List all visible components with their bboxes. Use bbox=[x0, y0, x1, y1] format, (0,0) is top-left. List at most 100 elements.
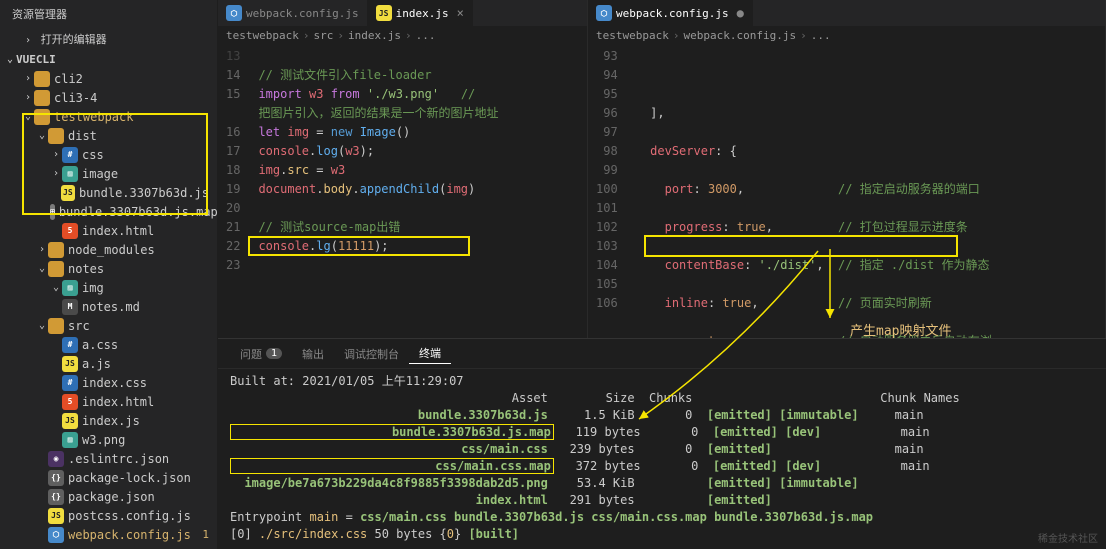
tree-item-label: package-lock.json bbox=[68, 471, 191, 485]
tree-item[interactable]: ⌄ src bbox=[0, 316, 217, 335]
tree-item[interactable]: {}package.json bbox=[0, 487, 217, 506]
tree-item-label: notes.md bbox=[82, 300, 140, 314]
folder-icon bbox=[34, 90, 50, 106]
badge: 1 bbox=[266, 348, 282, 359]
tab[interactable]: ⬡webpack.config.js bbox=[218, 0, 368, 26]
img-icon: ▨ bbox=[62, 166, 78, 182]
tree-item-label: a.js bbox=[82, 357, 111, 371]
open-editors-title[interactable]: › 打开的编辑器 bbox=[0, 28, 217, 50]
tree-item[interactable]: JS index.js bbox=[0, 411, 217, 430]
tree-item[interactable]: JSa.js bbox=[0, 354, 217, 373]
tree-item-label: bundle.3307b63d.js bbox=[79, 186, 209, 200]
js-icon: JS bbox=[48, 508, 64, 524]
tree-item[interactable]: › cli3-4 bbox=[0, 88, 217, 107]
js-icon: JS bbox=[62, 413, 78, 429]
img-icon: ▨ bbox=[62, 280, 78, 296]
css-icon: # bbox=[62, 375, 78, 391]
tree-item[interactable]: ›cli2 bbox=[0, 69, 217, 88]
tree-item[interactable]: ⌄ testwebpack bbox=[0, 107, 217, 126]
folder-icon bbox=[48, 242, 64, 258]
wp-icon: ⬡ bbox=[48, 527, 64, 543]
tree-item[interactable]: JS postcss.config.js bbox=[0, 506, 217, 525]
close-icon[interactable]: × bbox=[457, 6, 464, 20]
js-icon: JS bbox=[376, 5, 392, 21]
tree-item[interactable]: #a.css bbox=[0, 335, 217, 354]
tree-item[interactable]: #index.css bbox=[0, 373, 217, 392]
tab-label: webpack.config.js bbox=[616, 7, 729, 20]
tree-item[interactable]: ⬡webpack.config.js1 bbox=[0, 525, 217, 544]
tree-item-label: postcss.config.js bbox=[68, 509, 191, 523]
tree-item-label: testwebpack bbox=[54, 110, 133, 124]
file-tree: ›cli2›cli3-4⌄testwebpack⌄dist›#css›▨imag… bbox=[0, 69, 217, 549]
tree-item[interactable]: 5index.html bbox=[0, 392, 217, 411]
folder-icon bbox=[34, 71, 50, 87]
html-icon: 5 bbox=[62, 223, 78, 239]
wp-icon: ⬡ bbox=[226, 5, 242, 21]
panel-tabs: 问题1输出调试控制台终端 bbox=[218, 339, 1106, 369]
tree-item[interactable]: 5index.html bbox=[0, 221, 217, 240]
tabs-left: ⬡webpack.config.js JS index.js × bbox=[218, 0, 587, 26]
wp-icon: ⬡ bbox=[596, 5, 612, 21]
tree-item-label: index.js bbox=[82, 414, 140, 428]
tab[interactable]: JS index.js × bbox=[368, 0, 473, 26]
img-icon: ▨ bbox=[62, 432, 78, 448]
tree-item[interactable]: ⌄ notes bbox=[0, 259, 217, 278]
panel-tab[interactable]: 输出 bbox=[292, 343, 334, 364]
folder-icon bbox=[48, 128, 64, 144]
js-icon: JS bbox=[61, 185, 75, 201]
tree-item-label: node_modules bbox=[68, 243, 155, 257]
chevron-icon: ⌄ bbox=[36, 320, 48, 331]
tree-item[interactable]: › node_modules bbox=[0, 240, 217, 259]
close-icon[interactable]: ● bbox=[737, 6, 744, 20]
json-icon: {} bbox=[48, 470, 64, 486]
tree-item-label: notes bbox=[68, 262, 104, 276]
panel-tab[interactable]: 终端 bbox=[409, 343, 451, 364]
breadcrumbs-left[interactable]: testwebpack›src›index.js›... bbox=[218, 26, 587, 45]
map-icon: ⊞ bbox=[50, 204, 55, 220]
chevron-icon: ⌄ bbox=[50, 282, 62, 293]
breadcrumbs-right[interactable]: testwebpack›webpack.config.js›... bbox=[588, 26, 1105, 45]
explorer-title: 资源管理器 bbox=[0, 0, 217, 28]
chevron-icon: › bbox=[36, 244, 48, 255]
chevron-icon: › bbox=[50, 168, 62, 179]
tree-item[interactable]: JS bundle.3307b63d.js bbox=[0, 183, 217, 202]
tree-item-label: a.css bbox=[82, 338, 118, 352]
tree-item-label: w3.png bbox=[82, 433, 125, 447]
tree-item[interactable]: ▨ w3.png bbox=[0, 430, 217, 449]
tree-item-label: image bbox=[82, 167, 118, 181]
md-icon: M bbox=[62, 299, 78, 315]
annotation-text: 产生map映射文件 bbox=[850, 320, 951, 339]
tree-item-label: src bbox=[68, 319, 90, 333]
project-title[interactable]: ⌄ VUECLI bbox=[0, 50, 217, 69]
tree-item-label: img bbox=[82, 281, 104, 295]
tree-item[interactable]: ◉.eslintrc.json bbox=[0, 449, 217, 468]
chevron-icon: ⌄ bbox=[22, 111, 34, 122]
tree-item[interactable]: ›▨ image bbox=[0, 164, 217, 183]
editor-area: ⬡webpack.config.jsJSindex.js× testwebpac… bbox=[218, 0, 1106, 549]
chevron-icon: ⌄ bbox=[36, 263, 48, 274]
chevron-icon: › bbox=[22, 92, 34, 103]
panel-tab[interactable]: 调试控制台 bbox=[334, 343, 409, 364]
terminal-output[interactable]: Built at: 2021/01/05 上午11:29:07 Asset Si… bbox=[218, 369, 1106, 549]
chevron-icon: › bbox=[22, 73, 34, 84]
tree-item[interactable]: {} package-lock.json bbox=[0, 468, 217, 487]
tree-item[interactable]: ⌄dist bbox=[0, 126, 217, 145]
tab-label: index.js bbox=[396, 7, 449, 20]
chevron-icon: › bbox=[50, 149, 62, 160]
folder-icon bbox=[48, 261, 64, 277]
chevron-right-icon: › bbox=[22, 35, 34, 46]
tree-item[interactable]: ⊞ bundle.3307b63d.js.map bbox=[0, 202, 217, 221]
panel-tab[interactable]: 问题1 bbox=[230, 343, 292, 364]
tab[interactable]: ⬡ webpack.config.js ● bbox=[588, 0, 753, 26]
tree-item[interactable]: ⌄▨ img bbox=[0, 278, 217, 297]
tree-item[interactable]: Mnotes.md bbox=[0, 297, 217, 316]
chevron-icon: ⌄ bbox=[36, 130, 48, 141]
tree-item-label: cli3-4 bbox=[54, 91, 97, 105]
tree-item-label: bundle.3307b63d.js.map bbox=[59, 205, 217, 219]
tree-item[interactable]: ›#css bbox=[0, 145, 217, 164]
folder-icon bbox=[48, 318, 64, 334]
watermark: 稀金技术社区 bbox=[1038, 530, 1098, 545]
chevron-down-icon: ⌄ bbox=[4, 54, 16, 65]
html-icon: 5 bbox=[62, 394, 78, 410]
tree-item-label: css bbox=[82, 148, 104, 162]
